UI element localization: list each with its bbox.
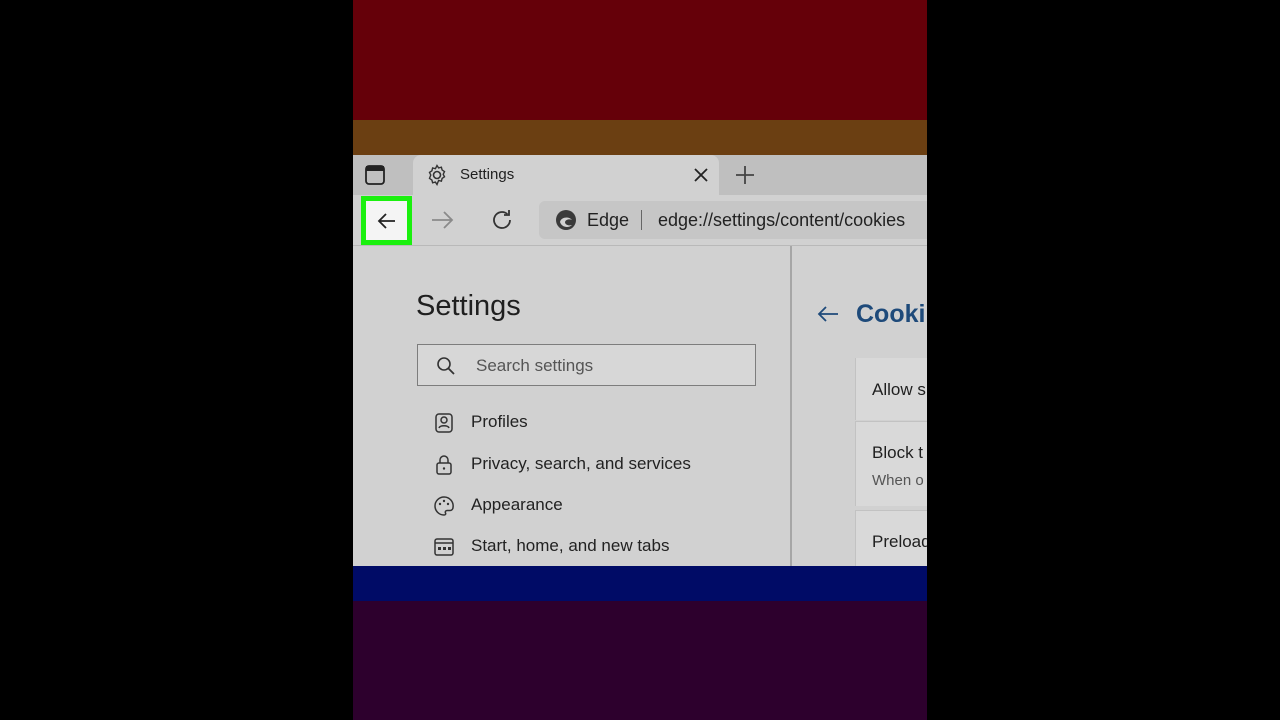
refresh-button[interactable] [489, 207, 515, 233]
arrow-left-icon [377, 213, 395, 229]
palette-icon [433, 495, 455, 517]
setting-card-preload[interactable]: Preload [855, 510, 927, 566]
forward-button[interactable] [429, 207, 455, 233]
tab-settings[interactable]: Settings [413, 155, 719, 195]
setting-title: Block t [872, 443, 924, 462]
settings-sidebar: Settings Search settings Profiles Privac… [353, 246, 792, 566]
cookies-panel: Cooki Allow s Block t When o Preload [792, 246, 927, 566]
search-icon [436, 356, 456, 376]
sidebar-item-label: Privacy, search, and services [471, 454, 691, 473]
page-title: Settings [416, 290, 521, 322]
address-url[interactable]: edge://settings/content/cookies [658, 210, 905, 231]
sidebar-item-privacy[interactable]: Privacy, search, and services [433, 452, 773, 478]
new-tab-icon[interactable] [733, 163, 757, 187]
blue-band [353, 566, 927, 601]
setting-card-allow[interactable]: Allow s [855, 358, 927, 420]
orange-band [353, 120, 927, 155]
search-input[interactable]: Search settings [417, 344, 756, 386]
arrow-right-icon [432, 211, 454, 229]
tab-strip: Settings [353, 155, 927, 195]
lock-icon [433, 454, 455, 476]
profile-icon [433, 412, 455, 434]
tab-title: Settings [460, 166, 515, 183]
red-band [353, 0, 927, 120]
sidebar-item-appearance[interactable]: Appearance [433, 493, 773, 519]
setting-title: Preload [872, 532, 927, 551]
sidebar-item-label: Profiles [471, 412, 528, 431]
tab-actions-icon[interactable] [363, 163, 387, 187]
sidebar-item-label: Appearance [471, 495, 563, 514]
video-frame: Settings Edge edge://settings/content/co… [353, 0, 927, 720]
search-placeholder: Search settings [476, 356, 594, 375]
sidebar-item-profiles[interactable]: Profiles [433, 410, 773, 436]
navigation-bar: Edge edge://settings/content/cookies [353, 195, 927, 246]
sidebar-item-start-home-new-tabs[interactable]: Start, home, and new tabs [433, 534, 773, 560]
gear-icon [425, 163, 449, 187]
arrow-left-icon[interactable] [816, 302, 840, 326]
browser-window: Settings Edge edge://settings/content/co… [353, 155, 927, 566]
address-divider [641, 210, 642, 230]
section-title: Cooki [856, 300, 926, 328]
back-button[interactable] [361, 196, 412, 245]
setting-title: Allow s [872, 380, 926, 399]
refresh-icon [493, 210, 511, 229]
setting-card-block[interactable]: Block t When o [855, 421, 927, 506]
sidebar-item-label: Start, home, and new tabs [471, 536, 670, 555]
settings-page: Settings Search settings Profiles Privac… [353, 246, 927, 566]
address-bar[interactable]: Edge edge://settings/content/cookies [539, 201, 927, 239]
close-icon[interactable] [691, 165, 711, 185]
edge-logo-icon [555, 209, 577, 231]
setting-description: When o [872, 472, 924, 489]
start-page-icon [433, 536, 455, 558]
purple-band [353, 601, 927, 720]
site-identity-label: Edge [587, 210, 630, 230]
